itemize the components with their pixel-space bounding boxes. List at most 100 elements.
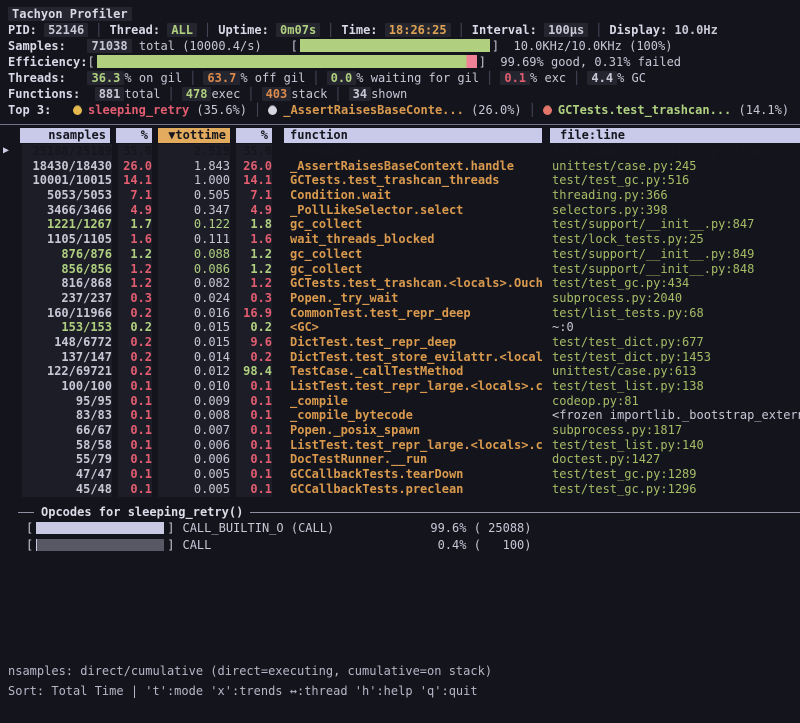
- function-stat-suffix: shown: [371, 87, 407, 101]
- cell-file-line: test/test_gc.py:1289: [542, 467, 800, 482]
- samples-rate-text: 10.0KHz/10.0KHz (100%): [514, 39, 673, 53]
- table-row[interactable]: 45/480.10.0050.1GCCallbackTests.preclean…: [0, 482, 800, 497]
- table-row[interactable]: 95/950.10.0090.1_compilecodeop.py:81: [0, 394, 800, 409]
- table-row[interactable]: 137/1470.20.0140.2DictTest.test_store_ev…: [0, 350, 800, 365]
- cell-nsamples: 153/153: [20, 320, 112, 335]
- arrow-slot: [0, 203, 20, 218]
- separator: │: [334, 87, 341, 101]
- column-header-percent-direct[interactable]: %: [116, 128, 152, 143]
- cell-nsamples: 18430/18430: [20, 159, 112, 174]
- title-line: Tachyon Profiler: [0, 6, 800, 22]
- table-row[interactable]: 3466/34664.90.3474.9_PollLikeSelector.se…: [0, 203, 800, 218]
- bracket-open: [: [26, 521, 33, 535]
- table-row-selected[interactable]: ▶25188/2518935.62.51935.6sleeping_retryt…: [0, 144, 800, 159]
- column-header-nsamples[interactable]: nsamples: [20, 128, 110, 143]
- cell-file-line: unittest/case.py:613: [542, 364, 800, 379]
- threads-label: Threads:: [8, 71, 66, 85]
- top3-function-name[interactable]: sleeping_retry: [88, 103, 189, 117]
- function-stat-suffix: stack: [291, 87, 327, 101]
- arrow-slot: [0, 159, 20, 174]
- cell-percent-cumulative: 1.6: [230, 232, 272, 247]
- table-row[interactable]: 816/8681.20.0821.2GCTests.test_trashcan.…: [0, 276, 800, 291]
- uptime-label: Uptime:: [218, 23, 269, 37]
- thread-stat-suffix: % off gil: [240, 71, 305, 85]
- status-line: PID: 52146│Thread: ALL│Uptime: 0m07s│Tim…: [0, 22, 800, 38]
- function-stat-value: 478: [182, 87, 212, 101]
- cell-function-name: GCCallbackTests.preclean: [272, 482, 542, 497]
- cell-nsamples: 5053/5053: [20, 188, 112, 203]
- table-row[interactable]: 47/470.10.0050.1GCCallbackTests.tearDown…: [0, 467, 800, 482]
- thread-stat-suffix: % waiting for gil: [356, 71, 479, 85]
- top3-function-name[interactable]: _AssertRaisesBaseConte...: [283, 103, 464, 117]
- column-header-percent-cumulative[interactable]: %: [236, 128, 272, 143]
- arrow-slot: [0, 408, 20, 423]
- cell-percent-direct: 14.1: [112, 173, 152, 188]
- function-stat-suffix: total: [124, 87, 160, 101]
- opcode-row: []CALL0.4% ( 100): [0, 537, 800, 554]
- cell-file-line: codeop.py:81: [542, 394, 800, 409]
- thread-stat-value: 0.0: [327, 71, 357, 85]
- cell-percent-direct: 0.3: [112, 291, 152, 306]
- table-row[interactable]: 237/2370.30.0240.3Popen._try_waitsubproc…: [0, 291, 800, 306]
- thread-value[interactable]: ALL: [167, 23, 197, 37]
- column-header-tottime-sorted[interactable]: ▼tottime: [158, 128, 230, 143]
- bracket-open: [: [87, 55, 94, 69]
- functions-label: Functions:: [8, 87, 80, 101]
- cell-file-line: test/lock_tests.py:25: [542, 232, 800, 247]
- cell-percent-cumulative: 0.2: [230, 320, 272, 335]
- function-stat-value: 403: [262, 87, 292, 101]
- cell-file-line: test/test_list.py:138: [542, 379, 800, 394]
- cell-nsamples: 45/48: [20, 482, 112, 497]
- arrow-slot: [0, 247, 20, 262]
- cell-tottime: 2.519: [152, 144, 230, 159]
- bracket-close: ]: [167, 538, 174, 552]
- table-row[interactable]: 100/1000.10.0100.1ListTest.test_repr_lar…: [0, 379, 800, 394]
- cell-tottime: 0.088: [152, 247, 230, 262]
- cell-percent-cumulative: 7.1: [230, 188, 272, 203]
- cell-percent-cumulative: 14.1: [230, 173, 272, 188]
- cell-percent-direct: 0.2: [112, 320, 152, 335]
- display-label: Display:: [609, 23, 667, 37]
- opcode-name: CALL_BUILTIN_O (CALL): [182, 521, 410, 535]
- opcode-count: ( 100): [466, 538, 531, 552]
- cell-tottime: 0.347: [152, 203, 230, 218]
- table-row[interactable]: 55/790.10.0060.1DocTestRunner.__rundocte…: [0, 452, 800, 467]
- cell-percent-cumulative: 16.9: [230, 306, 272, 321]
- arrow-slot: [0, 232, 20, 247]
- cell-percent-direct: 0.1: [112, 379, 152, 394]
- table-row[interactable]: 153/1530.20.0150.2<GC>~:0: [0, 320, 800, 335]
- cell-percent-cumulative: 0.1: [230, 482, 272, 497]
- separator: │: [312, 71, 319, 85]
- cell-file-line: threading.py:366: [542, 188, 800, 203]
- arrow-slot: [0, 306, 20, 321]
- cell-percent-cumulative: 0.1: [230, 452, 272, 467]
- table-row[interactable]: 876/8761.20.0881.2gc_collecttest/support…: [0, 247, 800, 262]
- table-row[interactable]: 122/697210.20.01298.4TestCase._callTestM…: [0, 364, 800, 379]
- cell-function-name: sleeping_retry: [272, 144, 542, 159]
- opcodes-list: []CALL_BUILTIN_O (CALL)99.6% ( 25088)[]C…: [0, 520, 800, 554]
- cell-percent-direct: 0.1: [112, 394, 152, 409]
- table-row[interactable]: 66/670.10.0070.1Popen._posix_spawnsubpro…: [0, 423, 800, 438]
- table-row[interactable]: 1221/12671.70.1221.8gc_collecttest/suppo…: [0, 217, 800, 232]
- table-row[interactable]: 5053/50537.10.5057.1Condition.waitthread…: [0, 188, 800, 203]
- column-header-file-line[interactable]: file:line: [550, 128, 800, 143]
- cell-function-name: DictTest.test_store_evilattr.<local...: [272, 350, 542, 365]
- pid-value: 52146: [44, 23, 88, 37]
- table-row[interactable]: 148/67720.20.0159.6DictTest.test_repr_de…: [0, 335, 800, 350]
- cell-file-line: selectors.py:398: [542, 203, 800, 218]
- table-row[interactable]: 160/119660.20.01616.9CommonTest.test_rep…: [0, 306, 800, 321]
- top3-function-name[interactable]: GCTests.test_trashcan...: [558, 103, 731, 117]
- table-row[interactable]: 18430/1843026.01.84326.0_AssertRaisesBas…: [0, 159, 800, 174]
- table-row[interactable]: 1105/11051.60.1111.6wait_threads_blocked…: [0, 232, 800, 247]
- table-row[interactable]: 856/8561.20.0861.2gc_collecttest/support…: [0, 262, 800, 277]
- cell-function-name: Popen._posix_spawn: [272, 423, 542, 438]
- arrow-slot: [0, 394, 20, 409]
- table-row[interactable]: 58/580.10.0060.1ListTest.test_repr_large…: [0, 438, 800, 453]
- table-row[interactable]: 83/830.10.0080.1_compile_bytecode<frozen…: [0, 408, 800, 423]
- cell-function-name: Condition.wait: [272, 188, 542, 203]
- cell-function-name: GCCallbackTests.tearDown: [272, 467, 542, 482]
- footer-keybindings: Sort: Total Time | 't':mode 'x':trends ↔…: [8, 684, 478, 698]
- cell-function-name: _PollLikeSelector.select: [272, 203, 542, 218]
- table-row[interactable]: 10001/1001514.11.00014.1GCTests.test_tra…: [0, 173, 800, 188]
- column-header-function[interactable]: function: [284, 128, 542, 143]
